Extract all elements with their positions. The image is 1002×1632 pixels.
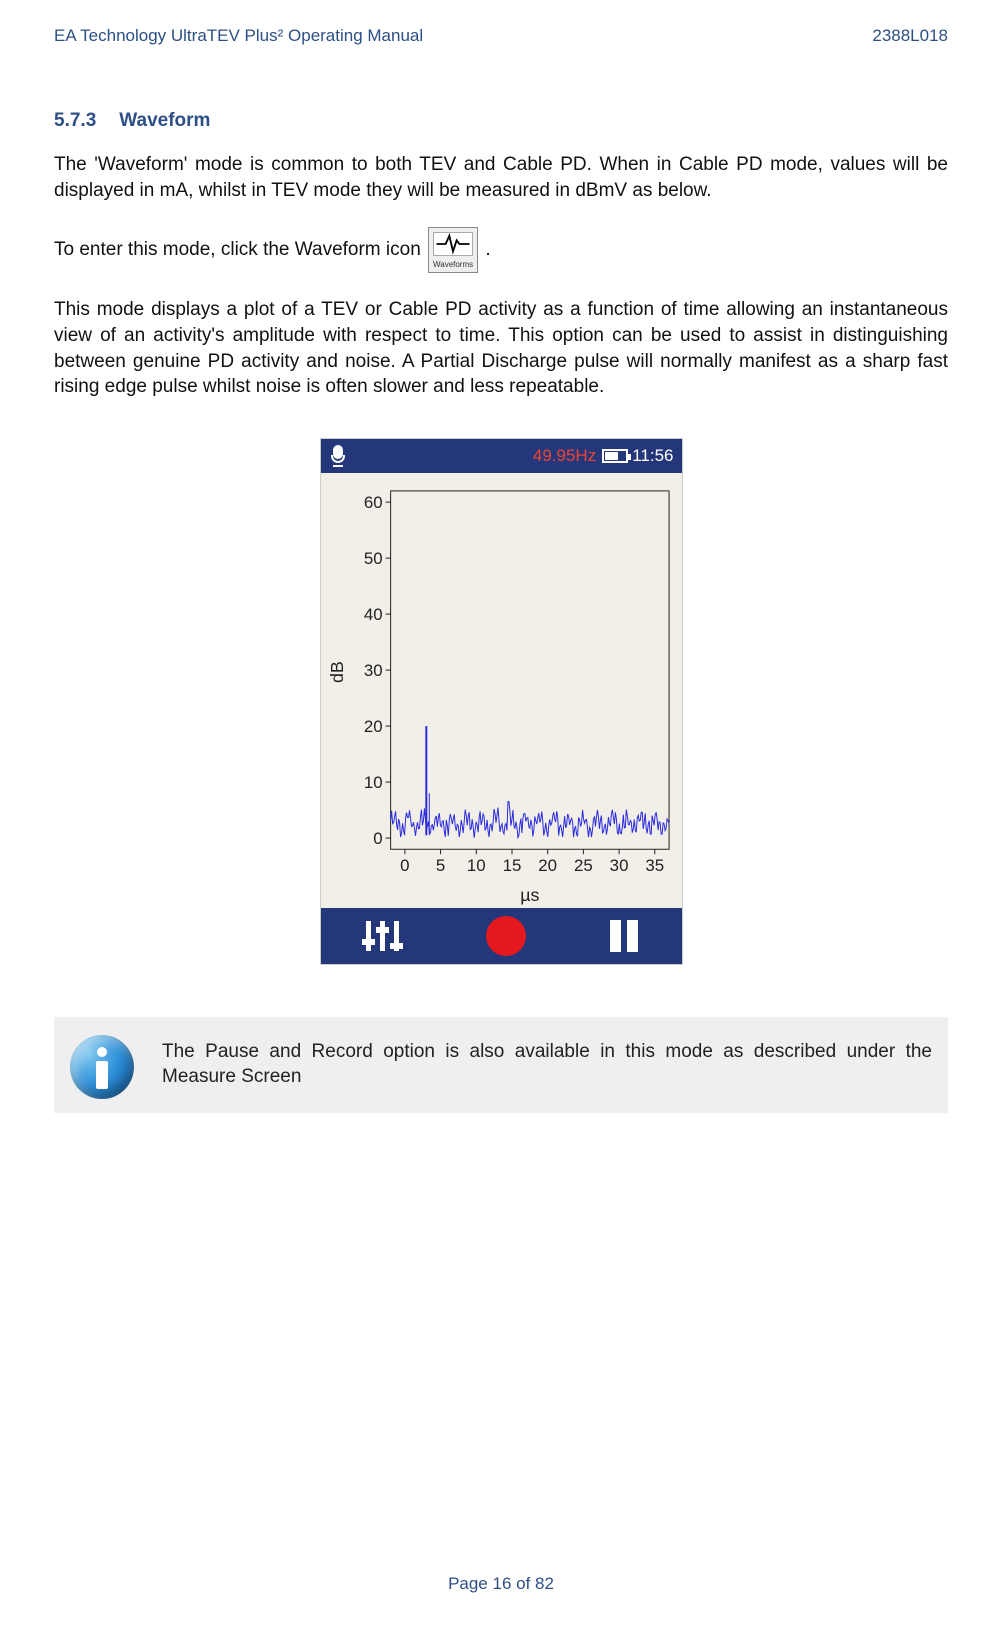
section-heading: 5.7.3 Waveform bbox=[54, 110, 948, 132]
svg-text:5: 5 bbox=[435, 856, 444, 875]
record-button[interactable] bbox=[486, 916, 526, 956]
paragraph-3: This mode displays a plot of a TEV or Ca… bbox=[54, 297, 948, 400]
y-axis-label: dB bbox=[326, 661, 346, 683]
status-bar: 49.95Hz 11:56 bbox=[321, 439, 682, 473]
device-toolbar bbox=[321, 908, 682, 964]
x-axis-label: µs bbox=[520, 885, 539, 905]
pause-button[interactable] bbox=[610, 920, 640, 952]
page-footer: Page 16 of 82 bbox=[0, 1574, 1002, 1594]
info-callout: The Pause and Record option is also avai… bbox=[54, 1017, 948, 1113]
svg-text:60: 60 bbox=[363, 493, 382, 512]
header-left: EA Technology UltraTEV Plus² Operating M… bbox=[54, 26, 423, 46]
para2-post: . bbox=[485, 239, 490, 260]
svg-text:30: 30 bbox=[363, 661, 382, 680]
svg-text:25: 25 bbox=[573, 856, 592, 875]
svg-text:20: 20 bbox=[363, 717, 382, 736]
paragraph-2: To enter this mode, click the Waveform i… bbox=[54, 227, 948, 273]
svg-text:40: 40 bbox=[363, 605, 382, 624]
svg-text:10: 10 bbox=[363, 773, 382, 792]
svg-text:15: 15 bbox=[502, 856, 521, 875]
paragraph-1: The 'Waveform' mode is common to both TE… bbox=[54, 152, 948, 203]
info-text: The Pause and Record option is also avai… bbox=[162, 1035, 932, 1090]
frequency-readout: 49.95Hz bbox=[533, 446, 596, 466]
svg-text:50: 50 bbox=[363, 549, 382, 568]
svg-text:30: 30 bbox=[609, 856, 628, 875]
header-right: 2388L018 bbox=[872, 26, 948, 46]
para2-pre: To enter this mode, click the Waveform i… bbox=[54, 239, 426, 260]
waveform-icon-label: Waveforms bbox=[429, 260, 477, 271]
waveform-plot: 0 10 20 30 40 50 60 0 5 10 15 20 25 30 35 dB µs bbox=[321, 473, 682, 908]
microphone-icon bbox=[329, 445, 347, 467]
device-screenshot: 49.95Hz 11:56 0 10 20 30 40 50 60 0 5 10 15 20 25 30… bbox=[320, 438, 683, 965]
svg-text:35: 35 bbox=[645, 856, 664, 875]
page-header: EA Technology UltraTEV Plus² Operating M… bbox=[54, 26, 948, 46]
settings-icon[interactable] bbox=[362, 919, 402, 953]
waveform-icon: Waveforms bbox=[428, 227, 478, 273]
section-title: Waveform bbox=[119, 110, 210, 131]
svg-text:20: 20 bbox=[538, 856, 557, 875]
info-icon bbox=[70, 1035, 134, 1099]
svg-text:0: 0 bbox=[373, 829, 382, 848]
svg-text:0: 0 bbox=[400, 856, 409, 875]
section-number: 5.7.3 bbox=[54, 110, 114, 132]
clock-readout: 11:56 bbox=[632, 446, 673, 466]
battery-icon bbox=[602, 449, 628, 463]
svg-text:10: 10 bbox=[466, 856, 485, 875]
